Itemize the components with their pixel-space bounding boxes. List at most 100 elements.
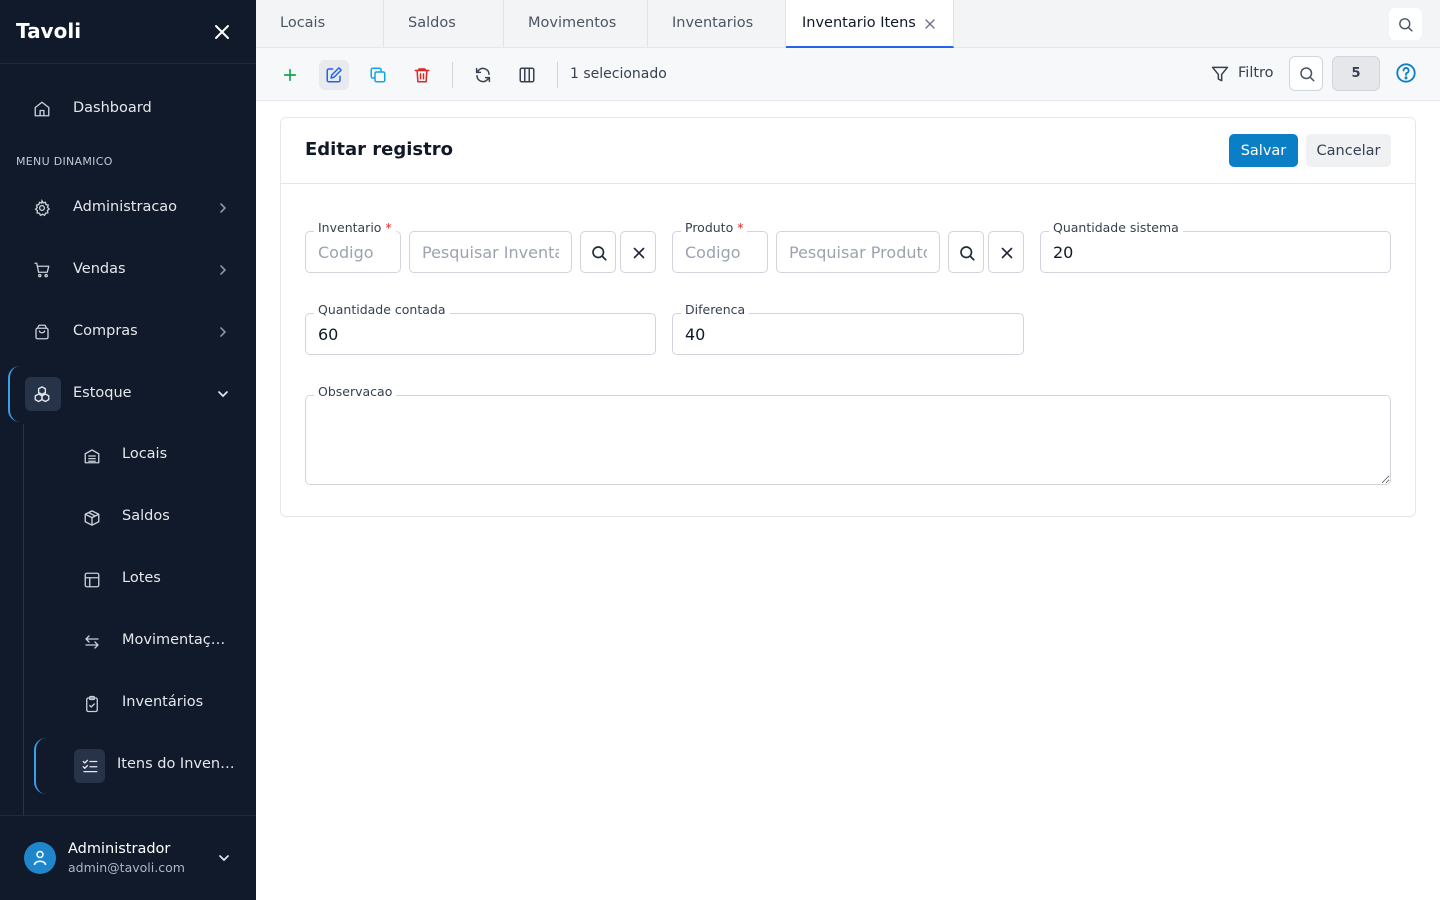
selection-count: 1 selecionado	[570, 66, 667, 82]
bag-icon	[33, 323, 51, 341]
plus-icon	[283, 68, 297, 82]
copy-icon	[370, 67, 386, 83]
filter-label: Filtro	[1238, 65, 1274, 81]
home-icon	[33, 100, 51, 118]
quantidade-sistema-input[interactable]	[1041, 232, 1390, 272]
field-label: Inventario *	[314, 220, 396, 235]
page-size-badge[interactable]: 5	[1332, 56, 1380, 91]
submenu-guide-line	[23, 424, 24, 816]
sidebar-item-label: Compras	[73, 323, 138, 339]
quantidade-contada-input[interactable]	[306, 314, 655, 354]
arrows-icon	[83, 633, 101, 651]
close-sidebar-button[interactable]	[212, 22, 232, 42]
duplicate-button[interactable]	[363, 60, 393, 90]
field-label: Quantidade contada	[314, 302, 450, 317]
inventario-search-button[interactable]	[580, 231, 616, 273]
sidebar-subitem-inventarios[interactable]: Inventários	[70, 684, 240, 724]
produto-clear-button[interactable]	[988, 231, 1024, 273]
page-title: Editar registro	[305, 139, 453, 160]
sidebar-item-vendas[interactable]: Vendas	[24, 248, 240, 292]
search-icon	[592, 246, 607, 261]
sidebar-item-label: Administracao	[73, 199, 178, 215]
toolbar-separator	[452, 62, 453, 88]
columns-button[interactable]	[512, 60, 542, 90]
inventario-search-field	[409, 231, 572, 273]
columns-icon	[519, 67, 535, 83]
user-icon	[33, 850, 47, 866]
sidebar-item-label: Dashboard	[73, 100, 152, 116]
sidebar-subitem-itens-inventario[interactable]: Itens do Inventário	[70, 746, 240, 786]
inventario-clear-button[interactable]	[620, 231, 656, 273]
tab-inventarios[interactable]: Inventarios	[648, 0, 786, 48]
inventario-code-field: Inventario *	[305, 220, 401, 273]
help-icon	[1396, 63, 1416, 83]
tab-search-button[interactable]	[1389, 8, 1422, 40]
sidebar-item-label: Estoque	[73, 385, 132, 401]
save-button[interactable]: Salvar	[1229, 134, 1298, 167]
gear-icon	[33, 199, 51, 217]
produto-code-input[interactable]	[673, 232, 767, 272]
boxes-icon	[33, 385, 51, 403]
tab-close-button[interactable]	[924, 18, 936, 30]
produto-search-field	[776, 231, 940, 273]
tab-locais[interactable]: Locais	[256, 0, 384, 48]
produto-search-button[interactable]	[948, 231, 984, 273]
sidebar-item-compras[interactable]: Compras	[24, 310, 240, 354]
sidebar-subitem-saldos[interactable]: Saldos	[70, 498, 240, 538]
quantidade-contada-field: Quantidade contada	[305, 302, 656, 355]
menu-section-label: MENU DINAMICO	[16, 155, 113, 168]
tab-movimentos[interactable]: Movimentos	[504, 0, 648, 48]
field-label: Produto *	[681, 220, 748, 235]
cart-icon	[33, 261, 51, 279]
warehouse-icon	[83, 447, 101, 465]
user-menu[interactable]: Administrador admin@tavoli.com	[24, 838, 240, 878]
diferenca-input[interactable]	[673, 314, 1023, 354]
search-icon	[960, 246, 975, 261]
observacao-textarea[interactable]	[306, 396, 1390, 484]
close-icon	[925, 19, 935, 29]
close-icon	[633, 247, 645, 259]
user-email: admin@tavoli.com	[68, 860, 185, 875]
delete-button[interactable]	[407, 60, 437, 90]
sidebar-subitem-label: Movimentações	[122, 632, 234, 648]
cancel-button[interactable]: Cancelar	[1306, 134, 1391, 167]
chevron-down-icon	[217, 851, 231, 865]
active-subitem-indicator	[34, 738, 46, 794]
chevron-down-icon	[216, 387, 230, 401]
field-label: Quantidade sistema	[1049, 220, 1183, 235]
sidebar-subitem-movimentacoes[interactable]: Movimentações	[70, 622, 240, 662]
produto-search-input[interactable]	[777, 232, 939, 272]
refresh-button[interactable]	[468, 60, 498, 90]
layout-icon	[83, 571, 101, 589]
sidebar-item-estoque[interactable]: Estoque	[24, 372, 240, 416]
field-label: Diferenca	[681, 302, 750, 317]
tab-bar: Locais Saldos Movimentos Inventarios Inv…	[256, 0, 1440, 48]
edit-record-card: Editar registro Salvar Cancelar Inventar…	[280, 117, 1416, 517]
produto-code-field: Produto *	[672, 220, 768, 273]
refresh-icon	[475, 67, 491, 83]
help-button[interactable]	[1395, 62, 1419, 86]
chevron-right-icon	[216, 263, 230, 277]
sidebar-item-administracao[interactable]: Administracao	[24, 186, 240, 230]
avatar	[24, 842, 56, 874]
sidebar-item-dashboard[interactable]: Dashboard	[24, 87, 240, 131]
toolbar-search-button[interactable]	[1289, 56, 1323, 91]
close-icon	[215, 25, 229, 39]
close-icon	[1001, 247, 1013, 259]
inventario-search-input[interactable]	[410, 232, 571, 272]
edit-button[interactable]	[319, 60, 349, 90]
sidebar-subitem-label: Inventários	[122, 694, 204, 710]
sidebar-item-label: Vendas	[73, 261, 126, 277]
tab-label: Inventario Itens	[802, 15, 916, 31]
tab-saldos[interactable]: Saldos	[384, 0, 504, 48]
trash-icon	[414, 68, 430, 83]
filter-icon	[1211, 66, 1229, 82]
sidebar-subitem-label: Locais	[122, 446, 168, 462]
sidebar-subitem-locais[interactable]: Locais	[70, 436, 240, 476]
tab-inventario-itens[interactable]: Inventario Itens	[786, 0, 954, 48]
brand-logo: Tavoli	[16, 19, 82, 43]
add-button[interactable]	[275, 60, 305, 90]
inventario-code-input[interactable]	[306, 232, 400, 272]
sidebar-subitem-lotes[interactable]: Lotes	[70, 560, 240, 600]
diferenca-field: Diferenca	[672, 302, 1024, 355]
